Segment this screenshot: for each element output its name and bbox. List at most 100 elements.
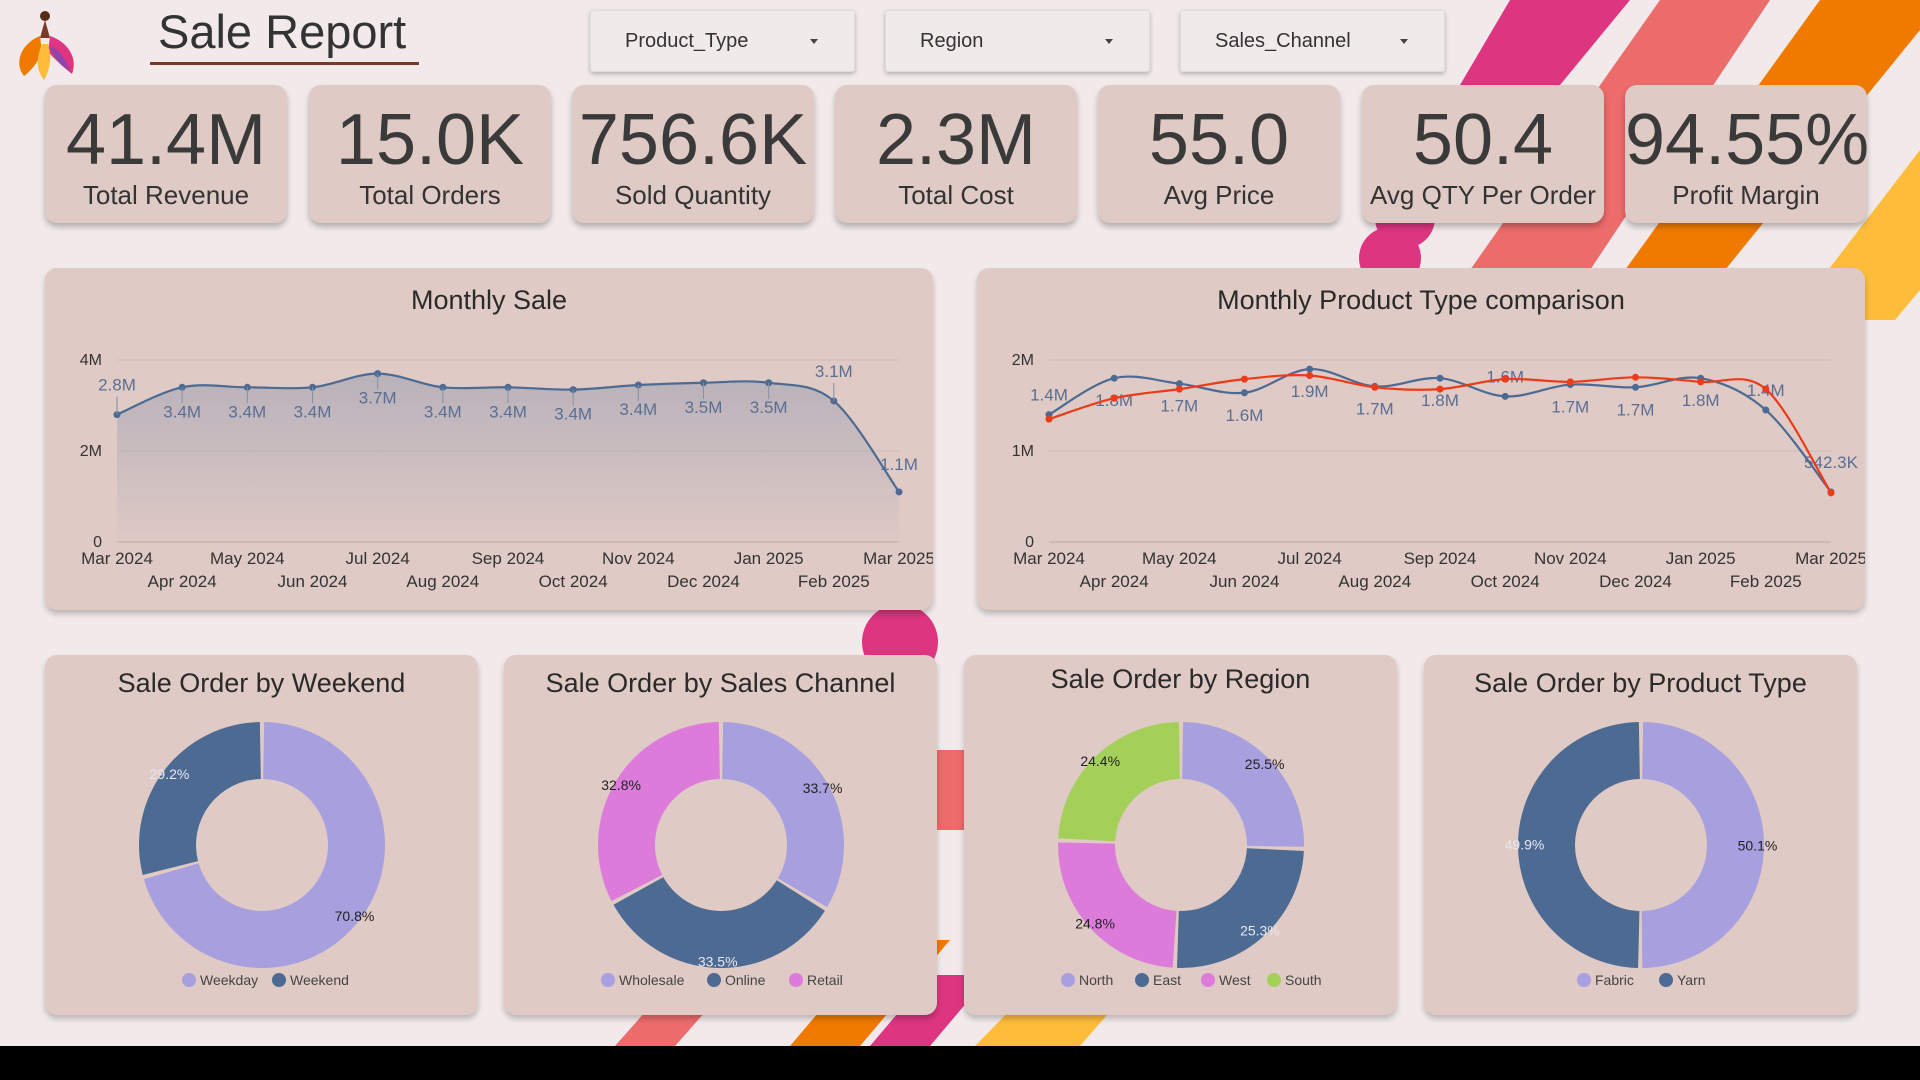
data-point bbox=[1567, 378, 1574, 385]
product-type-filter-label: Product_Type bbox=[625, 30, 748, 53]
sales-channel-donut-panel: Sale Order by Sales Channel 33.7%33.5%32… bbox=[504, 655, 937, 1015]
donut-slice-wholesale bbox=[722, 722, 844, 907]
kpi-card-total-revenue: 41.4M Total Revenue bbox=[45, 85, 287, 223]
x-tick-label: Apr 2024 bbox=[148, 572, 217, 591]
data-point bbox=[1046, 416, 1053, 423]
x-tick-label: Jan 2025 bbox=[734, 549, 804, 568]
region-filter-label: Region bbox=[920, 30, 983, 53]
data-label: 3.4M bbox=[163, 402, 201, 421]
data-label: 542.3K bbox=[1804, 453, 1859, 472]
legend-label: East bbox=[1153, 972, 1181, 988]
x-tick-label: Jul 2024 bbox=[1278, 549, 1342, 568]
x-tick-label: Oct 2024 bbox=[1471, 572, 1540, 591]
slice-label: 32.8% bbox=[601, 777, 641, 793]
x-tick-label: Sep 2024 bbox=[472, 549, 545, 568]
data-label: 1.6M bbox=[1226, 406, 1264, 425]
data-label: 3.7M bbox=[359, 389, 397, 408]
kpi-label: Avg Price bbox=[1098, 180, 1340, 211]
data-label: 1.7M bbox=[1551, 398, 1589, 417]
legend-label: Fabric bbox=[1595, 972, 1634, 988]
x-tick-label: Sep 2024 bbox=[1404, 549, 1477, 568]
legend-marker bbox=[182, 973, 196, 987]
data-point bbox=[1828, 489, 1835, 496]
data-label: 1.8M bbox=[1682, 391, 1720, 410]
data-label: 1.1M bbox=[880, 455, 918, 474]
legend-label: Online bbox=[725, 972, 766, 988]
donut-slice-retail bbox=[598, 722, 720, 901]
legend-marker bbox=[1061, 973, 1075, 987]
x-tick-label: Dec 2024 bbox=[1599, 572, 1672, 591]
monthly-product-type-panel: Monthly Product Type comparison 01M2MMar… bbox=[977, 268, 1865, 610]
legend-marker bbox=[601, 973, 615, 987]
kpi-card-total-orders: 15.0K Total Orders bbox=[309, 85, 551, 223]
sales-channel-filter[interactable]: Sales_Channel bbox=[1180, 10, 1445, 72]
legend-label: Weekend bbox=[290, 972, 349, 988]
kpi-value: 2.3M bbox=[835, 99, 1077, 181]
data-label: 3.1M bbox=[815, 362, 853, 381]
chevron-down-icon bbox=[810, 39, 818, 44]
legend-marker bbox=[707, 973, 721, 987]
legend-marker bbox=[1659, 973, 1673, 987]
data-label: 3.4M bbox=[489, 402, 527, 421]
sales-channel-donut-chart: 33.7%33.5%32.8%WholesaleOnlineRetail bbox=[504, 655, 937, 1015]
data-label: 1.9M bbox=[1291, 382, 1329, 401]
data-label: 3.4M bbox=[294, 402, 332, 421]
weekend-donut-panel: Sale Order by Weekend 70.8%29.2%WeekdayW… bbox=[45, 655, 478, 1015]
legend-label: North bbox=[1079, 972, 1113, 988]
kpi-value: 94.55% bbox=[1625, 99, 1867, 181]
x-tick-label: Aug 2024 bbox=[1338, 572, 1411, 591]
kpi-card-avg-qty-per-order: 50.4 Avg QTY Per Order bbox=[1362, 85, 1604, 223]
data-label: 3.4M bbox=[228, 402, 266, 421]
data-label: 3.5M bbox=[685, 398, 723, 417]
data-point bbox=[1762, 386, 1769, 393]
data-point bbox=[1371, 384, 1378, 391]
legend-label: Yarn bbox=[1677, 972, 1706, 988]
kpi-card-sold-quantity: 756.6K Sold Quantity bbox=[572, 85, 814, 223]
data-label: 3.4M bbox=[619, 400, 657, 419]
data-point bbox=[1111, 375, 1118, 382]
chevron-down-icon bbox=[1400, 39, 1408, 44]
region-filter[interactable]: Region bbox=[885, 10, 1150, 72]
x-tick-label: Nov 2024 bbox=[602, 549, 675, 568]
kpi-value: 50.4 bbox=[1362, 99, 1604, 181]
data-label: 3.5M bbox=[750, 398, 788, 417]
data-point bbox=[1241, 389, 1248, 396]
x-tick-label: Aug 2024 bbox=[406, 572, 479, 591]
slice-label: 50.1% bbox=[1738, 837, 1778, 853]
x-tick-label: Feb 2025 bbox=[1730, 572, 1802, 591]
kpi-card-total-cost: 2.3M Total Cost bbox=[835, 85, 1077, 223]
y-tick-label: 2M bbox=[1012, 352, 1034, 369]
footer-bar bbox=[0, 1046, 1920, 1080]
data-label: 2.8M bbox=[98, 376, 136, 395]
data-point bbox=[1437, 386, 1444, 393]
kpi-value: 756.6K bbox=[572, 99, 814, 181]
kpi-label: Total Orders bbox=[309, 180, 551, 211]
x-tick-label: Jun 2024 bbox=[1210, 572, 1280, 591]
x-tick-label: Nov 2024 bbox=[1534, 549, 1607, 568]
legend-marker bbox=[1135, 973, 1149, 987]
slice-label: 33.5% bbox=[698, 953, 738, 969]
y-tick-label: 2M bbox=[80, 443, 102, 460]
data-point bbox=[1762, 407, 1769, 414]
x-tick-label: May 2024 bbox=[210, 549, 285, 568]
legend-marker bbox=[1267, 973, 1281, 987]
x-tick-label: Dec 2024 bbox=[667, 572, 740, 591]
kpi-label: Profit Margin bbox=[1625, 180, 1867, 211]
x-tick-label: Mar 2025 bbox=[1795, 549, 1865, 568]
x-tick-label: Jul 2024 bbox=[346, 549, 410, 568]
title-underline bbox=[150, 62, 419, 65]
data-point bbox=[1306, 372, 1313, 379]
data-point bbox=[1632, 374, 1639, 381]
donut-slice-west bbox=[1058, 843, 1177, 968]
product-type-filter[interactable]: Product_Type bbox=[590, 10, 855, 72]
donut-slice-north bbox=[1182, 722, 1304, 847]
donut-slice-east bbox=[1177, 848, 1304, 968]
y-tick-label: 1M bbox=[1012, 443, 1034, 460]
legend-label: Weekday bbox=[200, 972, 258, 988]
sales-channel-filter-label: Sales_Channel bbox=[1215, 30, 1351, 53]
data-point bbox=[896, 488, 903, 495]
slice-label: 29.2% bbox=[150, 766, 190, 782]
page-title: Sale Report bbox=[150, 4, 428, 59]
slice-label: 25.3% bbox=[1240, 923, 1280, 939]
product-type-donut-panel: Sale Order by Product Type 50.1%49.9%Fab… bbox=[1424, 655, 1857, 1015]
